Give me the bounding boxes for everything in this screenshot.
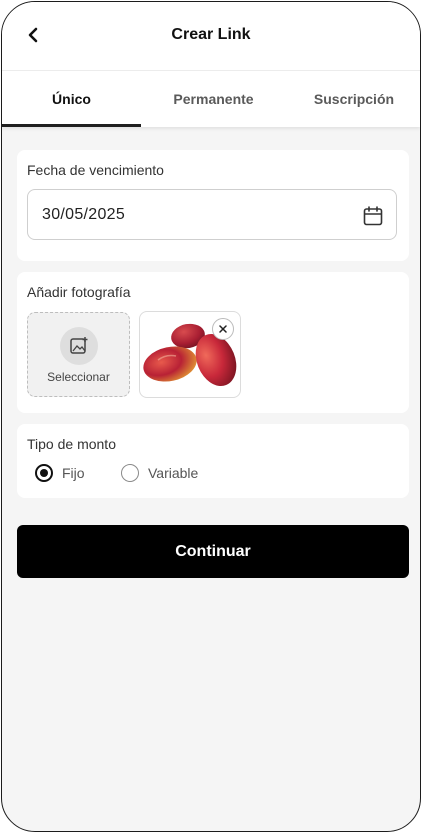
photo-thumbnail xyxy=(139,311,241,398)
add-image-icon xyxy=(70,337,88,354)
calendar-icon[interactable] xyxy=(362,205,384,227)
radio-variable[interactable]: Variable xyxy=(121,462,198,484)
expiry-date-field[interactable]: 30/05/2025 xyxy=(27,189,397,240)
continue-button[interactable]: Continuar xyxy=(17,525,409,578)
select-photo-button[interactable]: Seleccionar xyxy=(27,312,130,397)
add-image-icon-container xyxy=(60,327,98,365)
radio-variable-label: Variable xyxy=(148,465,199,481)
expiry-label: Fecha de vencimiento xyxy=(27,162,164,178)
tab-bar: Único Permanente Suscripción xyxy=(2,71,420,127)
expiry-card: Fecha de vencimiento 30/05/2025 xyxy=(17,150,409,261)
radio-fijo[interactable]: Fijo xyxy=(35,462,85,484)
radio-fijo-label: Fijo xyxy=(62,465,85,481)
tab-permanente[interactable]: Permanente xyxy=(141,71,286,127)
close-icon xyxy=(219,325,227,333)
radio-fijo-indicator[interactable] xyxy=(35,464,53,482)
radio-variable-indicator[interactable] xyxy=(121,464,139,482)
photo-card: Añadir fotografía Seleccionar xyxy=(17,272,409,413)
select-photo-label: Seleccionar xyxy=(47,370,110,384)
expiry-date-value: 30/05/2025 xyxy=(42,206,126,223)
photo-label: Añadir fotografía xyxy=(27,284,131,300)
page-title: Crear Link xyxy=(171,26,251,43)
remove-photo-button[interactable] xyxy=(212,318,234,340)
phone-frame: Crear Link Único Permanente Suscripción … xyxy=(1,1,421,832)
active-tab-indicator xyxy=(2,124,141,127)
amount-type-card: Tipo de monto Fijo Variable xyxy=(17,424,409,498)
amount-type-label: Tipo de monto xyxy=(27,436,116,452)
tab-unico[interactable]: Único xyxy=(2,71,141,127)
app-header: Crear Link xyxy=(2,2,420,71)
tab-suscripcion[interactable]: Suscripción xyxy=(286,71,420,127)
